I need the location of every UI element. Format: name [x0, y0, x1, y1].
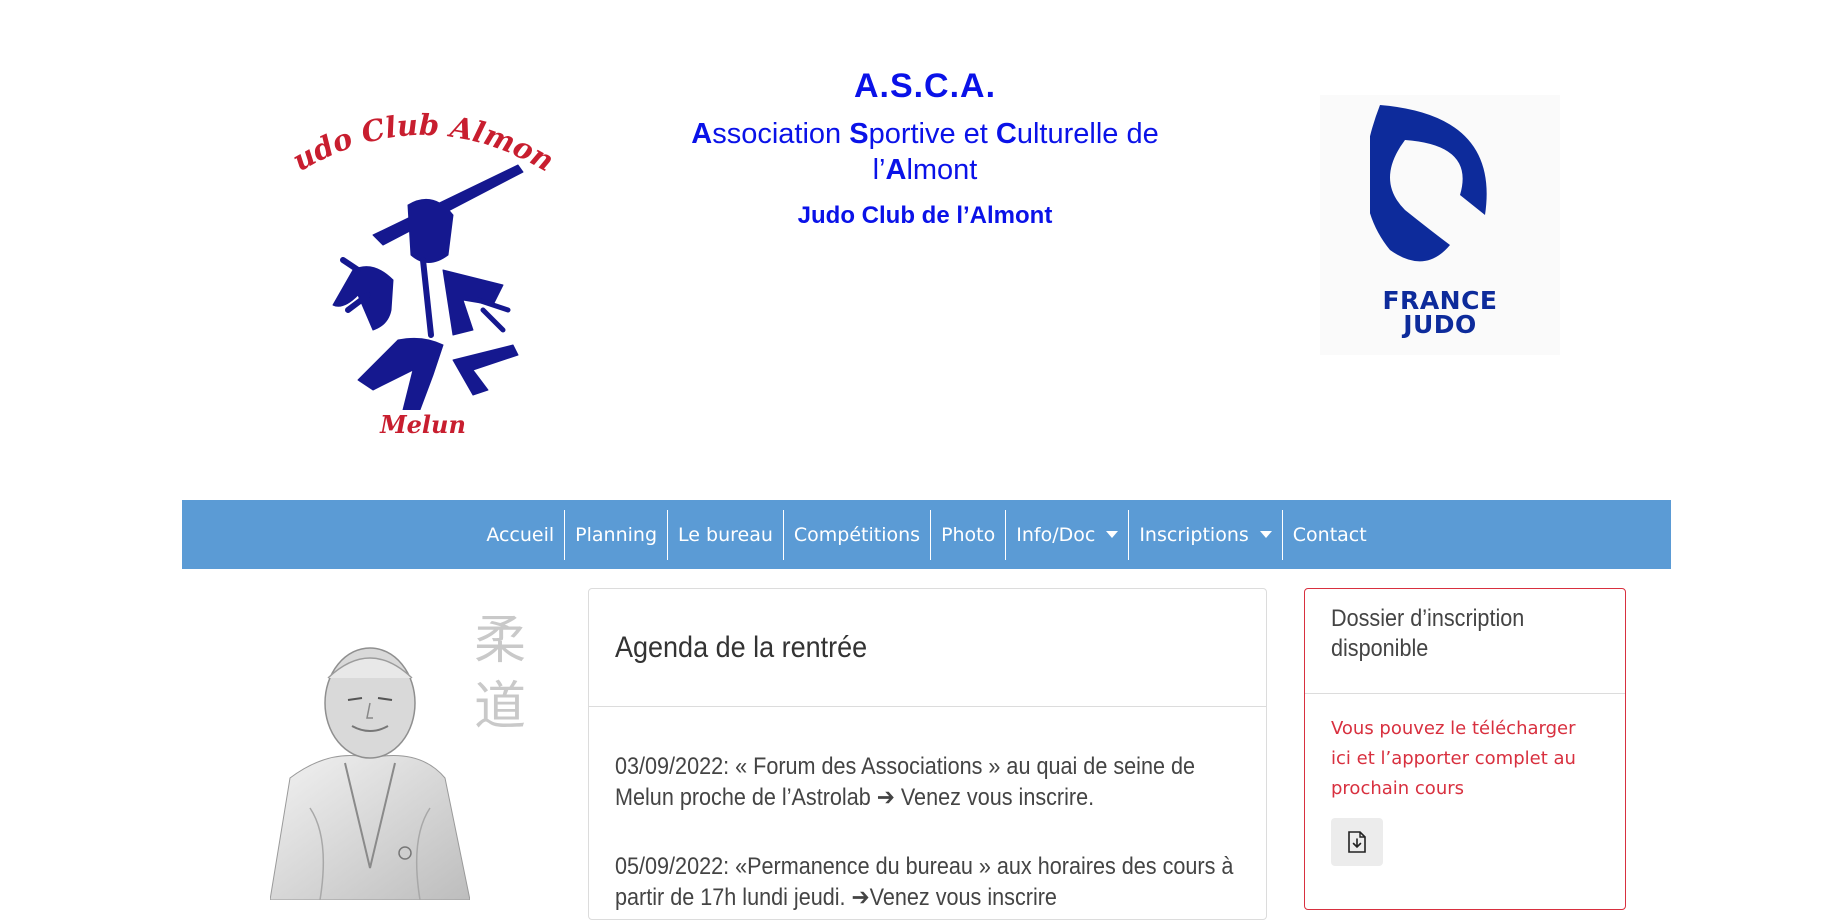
- agenda-card-body: 03/09/2022: « Forum des Associations » a…: [589, 707, 1266, 913]
- nav-item-info-doc[interactable]: Info/Doc: [1005, 509, 1128, 560]
- brand-title: A.S.C.A.: [853, 67, 997, 105]
- brand-subtitle-initial: C: [995, 118, 1017, 150]
- nav-item-label: Contact: [1292, 523, 1367, 546]
- nav-item-label: Inscriptions: [1139, 523, 1249, 546]
- nav-item-accueil[interactable]: Accueil: [476, 510, 564, 560]
- judo-kanji: 柔 道: [470, 608, 530, 740]
- dropdown-caret-icon: [1259, 531, 1272, 538]
- france-judo-emblem-icon: [1370, 105, 1487, 262]
- france-judo-line2: JUDO: [1403, 310, 1477, 339]
- main-navbar: Accueil Planning Le bureau Compétitions …: [182, 500, 1671, 569]
- brand-subtitle-word: lmont: [906, 154, 978, 186]
- kanji-character: 柔: [473, 611, 526, 671]
- founder-portrait-image: [269, 647, 471, 901]
- page: Judo Club Almont Melun A.: [0, 0, 1848, 920]
- brand-subtitle-initial: S: [849, 118, 869, 150]
- registration-card: Dossier d’inscription disponible Vous po…: [1304, 588, 1626, 910]
- brand-subtitle-word: portive et: [868, 118, 996, 150]
- nav-item-photo[interactable]: Photo: [930, 509, 1005, 560]
- club-logo[interactable]: Judo Club Almont Melun: [293, 100, 553, 450]
- nav-item-inscriptions[interactable]: Inscriptions: [1128, 509, 1281, 560]
- brand-subtitle-word: l’: [872, 154, 886, 186]
- founder-portrait: 柔 道: [269, 608, 530, 901]
- dropdown-caret-icon: [1106, 531, 1119, 538]
- registration-card-title: Dossier d’inscription disponible: [1331, 605, 1525, 662]
- nav-item-planning[interactable]: Planning: [564, 509, 667, 560]
- agenda-entry: 05/09/2022: «Permanence du bureau » aux …: [615, 853, 1234, 911]
- nav-item-contact[interactable]: Contact: [1281, 509, 1377, 560]
- nav-item-label: Planning: [575, 523, 658, 546]
- brand-subtitle-initial: A: [885, 154, 907, 186]
- brand-block: A.S.C.A. Association Sportive et Culture…: [640, 66, 1210, 230]
- kanji-character: 道: [473, 677, 526, 737]
- club-name: Judo Club de l’Almont: [797, 202, 1053, 229]
- nav-item-label: Accueil: [486, 523, 555, 546]
- download-form-button[interactable]: [1331, 818, 1383, 866]
- agenda-card-title: Agenda de la rentrée: [615, 630, 868, 664]
- registration-card-text: Vous pouvez le télécharger ici et l’appo…: [1331, 718, 1576, 799]
- france-judo-logo[interactable]: FRANCE JUDO: [1320, 95, 1560, 355]
- nav-item-label: Le bureau: [678, 523, 773, 546]
- agenda-card: Agenda de la rentrée 03/09/2022: « Forum…: [588, 588, 1267, 920]
- file-download-icon: [1348, 831, 1366, 853]
- brand-subtitle-word: ulturelle de: [1016, 118, 1159, 150]
- nav-item-label: Compétitions: [793, 523, 921, 546]
- agenda-card-header: Agenda de la rentrée: [589, 589, 1266, 707]
- nav-item-competitions[interactable]: Compétitions: [782, 509, 930, 560]
- brand-subtitle-word: ssociation: [712, 118, 850, 150]
- agenda-entry: 03/09/2022: « Forum des Associations » a…: [615, 753, 1195, 811]
- nav-item-le-bureau[interactable]: Le bureau: [667, 509, 783, 560]
- registration-card-header: Dossier d’inscription disponible: [1305, 589, 1625, 694]
- brand-subtitle: Association Sportive et Culturelle de l’…: [640, 116, 1210, 188]
- nav-item-label: Info/Doc: [1016, 523, 1096, 546]
- nav-item-label: Photo: [941, 523, 996, 546]
- club-logo-city: Melun: [380, 410, 466, 439]
- brand-subtitle-initial: A: [691, 118, 713, 150]
- registration-card-body: Vous pouvez le télécharger ici et l’appo…: [1305, 694, 1625, 866]
- site-header: Judo Club Almont Melun A.: [0, 0, 1848, 497]
- judoka-figure-icon: [332, 164, 524, 410]
- france-judo-wordmark: FRANCE JUDO: [1320, 288, 1560, 339]
